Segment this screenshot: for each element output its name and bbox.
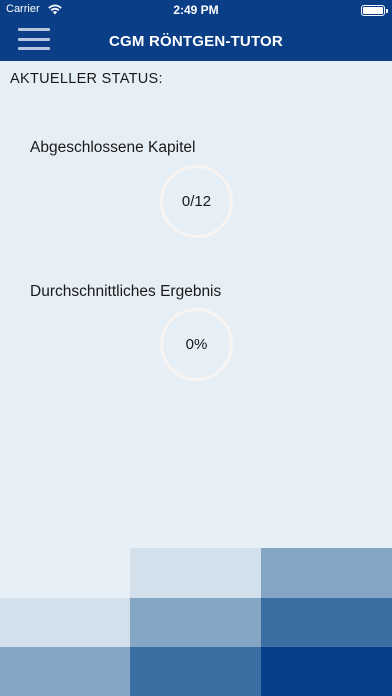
mosaic-tile <box>0 598 130 647</box>
app-title: CGM RÖNTGEN-TUTOR <box>109 33 283 50</box>
average-result-label: Durchschnittliches Ergebnis <box>30 283 222 300</box>
decorative-mosaic <box>0 548 392 696</box>
mosaic-tile <box>130 598 261 647</box>
average-result-value: 0% <box>185 336 208 353</box>
battery-icon <box>361 5 388 16</box>
app-header: Carrier 2:49 PM CGM RÖNTGEN-TUTOR <box>0 0 392 61</box>
mosaic-tile <box>130 548 261 598</box>
clock-time: 2:49 PM <box>173 3 219 17</box>
status-bar: Carrier 2:49 PM <box>0 0 392 20</box>
mosaic-tile <box>261 548 392 598</box>
mosaic-tile <box>261 647 392 696</box>
mosaic-tile <box>0 647 130 696</box>
mosaic-tile <box>0 548 130 598</box>
completed-chapters-circle: 0/12 <box>160 165 233 238</box>
completed-chapters-value: 0/12 <box>181 193 212 210</box>
average-result-circle: 0% <box>160 308 233 381</box>
completed-chapters-label: Abgeschlossene Kapitel <box>30 139 196 156</box>
mosaic-tile <box>130 647 261 696</box>
mosaic-tile <box>261 598 392 647</box>
status-heading: AKTUELLER STATUS: <box>10 71 163 87</box>
